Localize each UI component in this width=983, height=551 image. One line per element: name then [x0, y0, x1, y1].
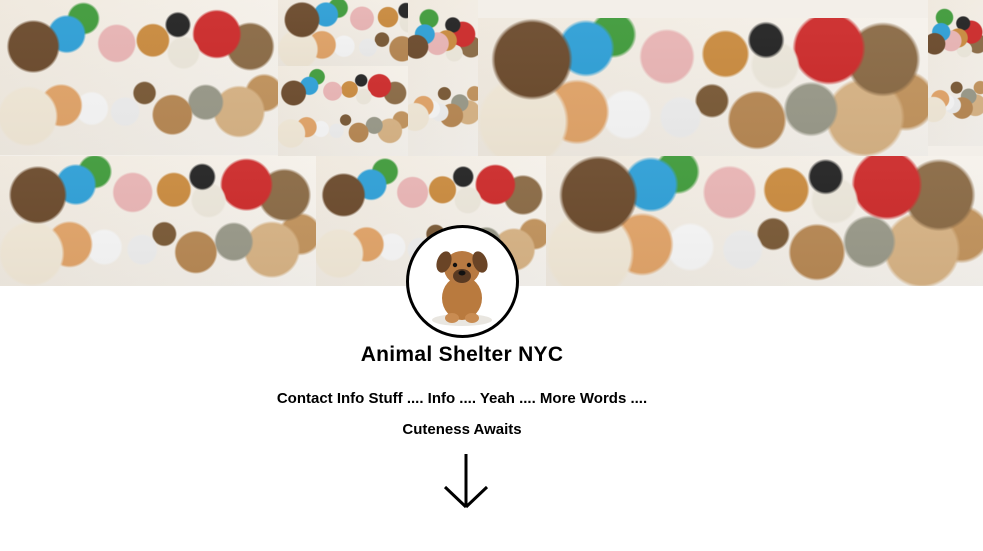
collage-tile [928, 0, 983, 146]
shelter-logo-puppy[interactable] [406, 225, 519, 338]
collage-tile [278, 66, 408, 156]
puppy-icon [432, 251, 492, 326]
collage-tile [546, 156, 983, 286]
scroll-down-arrow[interactable] [441, 451, 491, 511]
collage-tile [408, 0, 478, 156]
collage-tile [0, 156, 316, 286]
page-title: Animal Shelter NYC [360, 343, 564, 366]
collage-tile [478, 18, 928, 156]
tagline: Cuteness Awaits [402, 421, 522, 438]
arrow-down-icon [443, 454, 489, 509]
contact-info: Contact Info Stuff .... Info .... Yeah .… [276, 390, 648, 407]
collage-tile [0, 0, 278, 155]
